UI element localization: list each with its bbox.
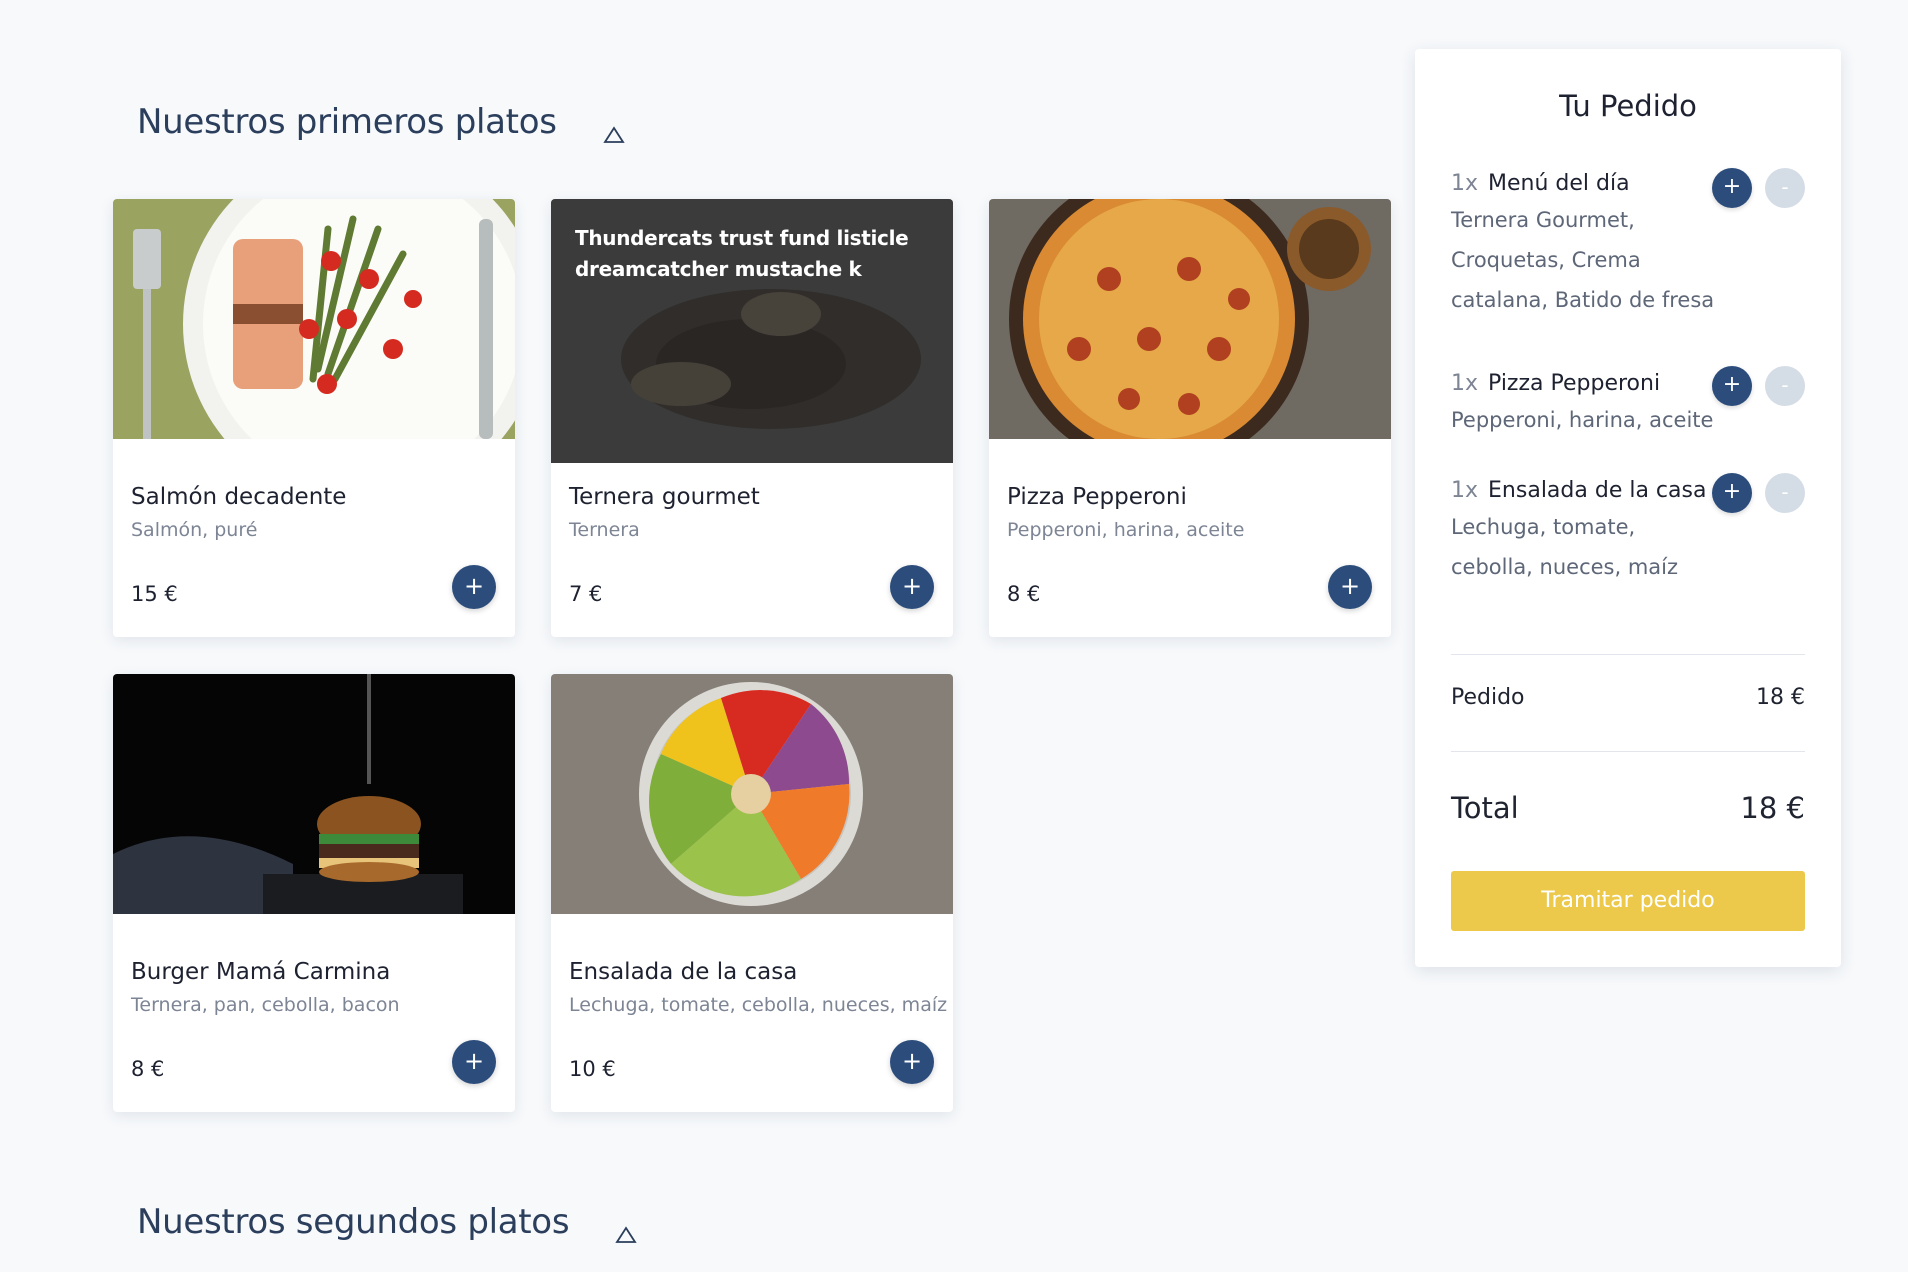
dish-price: 7 € (569, 582, 603, 606)
order-item-qty: 1x (1451, 478, 1479, 503)
order-item-name: Ensalada de la casa (1488, 478, 1707, 503)
order-panel: Tu Pedido 1x Menú del día Ternera Gourmet… (1415, 49, 1841, 967)
dish-ingredients: Pepperoni, harina, aceite (1007, 519, 1245, 541)
dish-image-pizza (989, 199, 1391, 439)
subtotal-row: Pedido 18 € (1451, 685, 1805, 710)
order-item: 1x Ensalada de la casa Lechuga, tomate, c… (1451, 478, 1811, 587)
section-title-first: Nuestros primeros platos (137, 102, 625, 143)
order-item: 1x Pizza Pepperoni Pepperoni, harina, ace… (1451, 371, 1811, 440)
increase-quantity-button[interactable]: + (1712, 366, 1752, 406)
dish-image-ternera: Thundercats trust fund listicle dreamcat… (551, 199, 953, 463)
decrease-quantity-button[interactable]: - (1765, 473, 1805, 513)
triangle-up-icon[interactable] (615, 1213, 637, 1243)
divider (1451, 751, 1805, 752)
order-item: 1x Menú del día Ternera Gourmet, Croqueta… (1451, 171, 1811, 320)
dish-price: 8 € (1007, 582, 1041, 606)
order-item-name: Pizza Pepperoni (1488, 371, 1661, 396)
increase-quantity-button[interactable]: + (1712, 473, 1752, 513)
add-to-order-button[interactable]: + (452, 1040, 496, 1084)
order-item-qty: 1x (1451, 371, 1479, 396)
dish-price: 8 € (131, 1057, 165, 1081)
dish-name: Ensalada de la casa (569, 959, 798, 985)
add-to-order-button[interactable]: + (890, 565, 934, 609)
order-item-name: Menú del día (1488, 171, 1630, 196)
subtotal-value: 18 € (1756, 685, 1805, 710)
dish-name: Ternera gourmet (569, 484, 760, 510)
divider (1451, 654, 1805, 655)
section-title-text: Nuestros segundos platos (137, 1202, 570, 1242)
decrease-quantity-button[interactable]: - (1765, 366, 1805, 406)
order-title: Tu Pedido (1559, 89, 1697, 123)
dish-card[interactable]: Burger Mamá Carmina Ternera, pan, ceboll… (113, 674, 515, 1112)
add-to-order-button[interactable]: + (452, 565, 496, 609)
dish-ingredients: Ternera, pan, cebolla, bacon (131, 994, 400, 1016)
total-value: 18 € (1740, 791, 1805, 825)
dish-hover-description: Thundercats trust fund listicle dreamcat… (575, 226, 909, 281)
order-item-ingredients: Lechuga, tomate, cebolla, nueces, maíz (1451, 515, 1679, 579)
dish-ingredients: Ternera (569, 519, 640, 541)
dish-image-ensalada (551, 674, 953, 914)
dish-name: Burger Mamá Carmina (131, 959, 391, 985)
dish-ingredients: Salmón, puré (131, 519, 258, 541)
total-label: Total (1451, 791, 1519, 825)
section-title-text: Nuestros primeros platos (137, 102, 557, 142)
checkout-button[interactable]: Tramitar pedido (1451, 871, 1805, 931)
dish-image-salmon (113, 199, 515, 439)
add-to-order-button[interactable]: + (890, 1040, 934, 1084)
order-item-ingredients: Ternera Gourmet, Croquetas, Crema catala… (1451, 208, 1715, 312)
dish-card[interactable]: Thundercats trust fund listicle dreamcat… (551, 199, 953, 637)
decrease-quantity-button[interactable]: - (1765, 168, 1805, 208)
order-item-ingredients: Pepperoni, harina, aceite (1451, 408, 1714, 432)
dish-name: Pizza Pepperoni (1007, 484, 1187, 510)
section-title-second: Nuestros segundos platos (137, 1202, 637, 1243)
dish-card[interactable]: Pizza Pepperoni Pepperoni, harina, aceit… (989, 199, 1391, 637)
dish-name: Salmón decadente (131, 484, 347, 510)
dish-price: 15 € (131, 582, 178, 606)
increase-quantity-button[interactable]: + (1712, 168, 1752, 208)
total-row: Total 18 € (1451, 791, 1805, 825)
dish-card[interactable]: Salmón decadente Salmón, puré 15 € + (113, 199, 515, 637)
dish-image-burger (113, 674, 515, 914)
dish-card[interactable]: Ensalada de la casa Lechuga, tomate, ceb… (551, 674, 953, 1112)
add-to-order-button[interactable]: + (1328, 565, 1372, 609)
order-item-qty: 1x (1451, 171, 1479, 196)
subtotal-label: Pedido (1451, 685, 1525, 710)
triangle-up-icon[interactable] (602, 113, 625, 143)
dish-ingredients: Lechuga, tomate, cebolla, nueces, maíz (569, 994, 948, 1016)
dish-price: 10 € (569, 1057, 616, 1081)
